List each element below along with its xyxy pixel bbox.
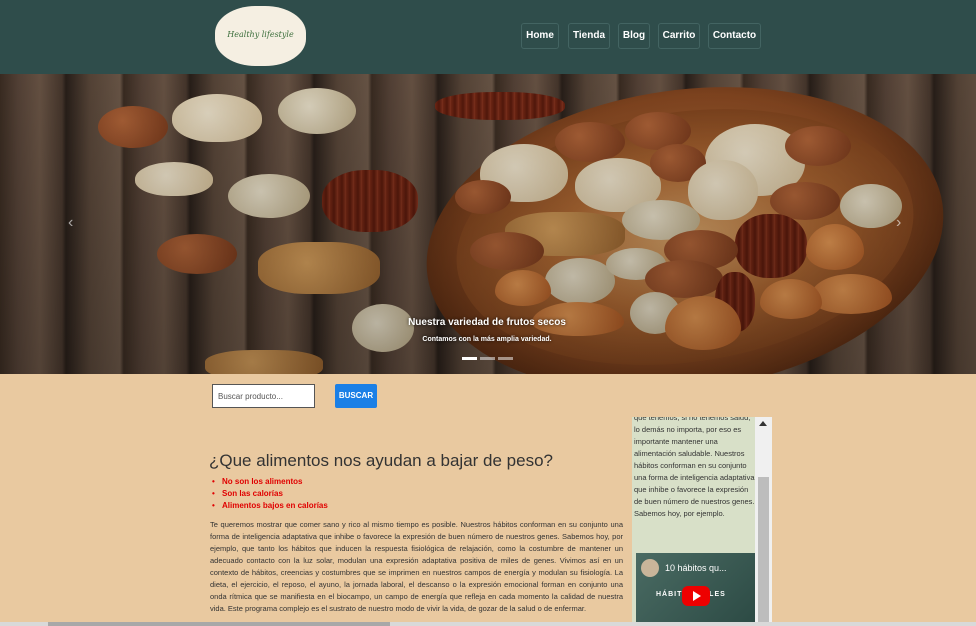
nav-tienda[interactable]: Tienda: [568, 23, 610, 49]
list-item: No son los alimentos: [212, 476, 328, 488]
video-title[interactable]: 10 hábitos qu...: [665, 563, 727, 573]
chevron-right-icon[interactable]: ›: [896, 214, 901, 232]
hero-carousel[interactable]: ‹ ›: [0, 74, 976, 374]
list-item: Alimentos bajos en calorías: [212, 500, 328, 512]
hero-caption-subtitle: Contamos con la más amplia variedad.: [422, 336, 552, 343]
carousel-indicator-1[interactable]: [462, 357, 477, 360]
chevron-left-icon[interactable]: ‹: [68, 214, 73, 232]
channel-avatar: [641, 559, 659, 577]
logo[interactable]: Healthy lifestyle: [215, 6, 306, 66]
horizontal-scrollbar-thumb[interactable]: [48, 622, 390, 626]
nav-carrito[interactable]: Carrito: [658, 23, 700, 49]
video-thumbnail[interactable]: 10 hábitos qu... HÁBITOS ABLES: [636, 553, 755, 626]
scrollbar-thumb[interactable]: [758, 477, 769, 626]
nav-home[interactable]: Home: [521, 23, 559, 49]
carousel-indicator-2[interactable]: [480, 357, 495, 360]
hero-caption-title: Nuestra variedad de frutos secos: [408, 317, 566, 328]
search-input[interactable]: [212, 384, 315, 408]
scroll-up-icon[interactable]: [759, 421, 767, 426]
site-header: Healthy lifestyle Home Tienda Blog Carri…: [0, 0, 976, 74]
sidebar-scrollbar[interactable]: [755, 417, 772, 626]
search-button[interactable]: BUSCAR: [335, 384, 377, 408]
hero-overlay: [0, 74, 976, 374]
nav-contacto[interactable]: Contacto: [708, 23, 761, 49]
nav-blog[interactable]: Blog: [618, 23, 650, 49]
sidebar-text: que tenemos, si no tenemos salud, lo dem…: [634, 417, 755, 518]
logo-text: Healthy lifestyle: [227, 30, 294, 39]
article-body: Te queremos mostrar que comer sano y ric…: [210, 520, 623, 613]
carousel-indicator-3[interactable]: [498, 357, 513, 360]
play-icon[interactable]: [682, 586, 710, 606]
article-bullet-list: No son los alimentos Son las calorías Al…: [212, 476, 328, 512]
article-title: ¿Que alimentos nos ayudan a bajar de pes…: [209, 451, 554, 470]
list-item: Son las calorías: [212, 488, 328, 500]
